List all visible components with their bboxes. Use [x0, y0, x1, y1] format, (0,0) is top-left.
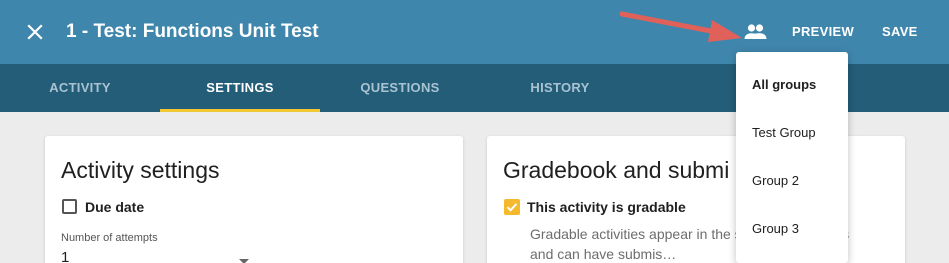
card-title: Activity settings: [61, 157, 220, 183]
gradable-checkbox[interactable]: [504, 199, 520, 215]
due-date-checkbox[interactable]: [62, 199, 77, 214]
active-tab-indicator: [160, 109, 320, 112]
card-title: Gradebook and submi: [503, 157, 730, 183]
attempts-select[interactable]: 1: [61, 249, 69, 263]
menu-item-group-2[interactable]: Group 2: [752, 173, 799, 189]
activity-settings-card: Activity settings Due date Number of att…: [45, 136, 463, 263]
annotation-arrow-icon: [619, 11, 742, 42]
close-icon[interactable]: [25, 22, 45, 42]
gradable-label: This activity is gradable: [527, 199, 686, 215]
attempts-label: Number of attempts: [61, 232, 158, 244]
save-button[interactable]: SAVE: [882, 24, 918, 40]
tab-settings[interactable]: SETTINGS: [160, 64, 320, 112]
page-title: 1 - Test: Functions Unit Test: [66, 21, 319, 42]
menu-item-all-groups[interactable]: All groups: [752, 77, 816, 93]
tab-activity[interactable]: ACTIVITY: [0, 64, 160, 112]
tab-questions[interactable]: QUESTIONS: [320, 64, 480, 112]
tab-history[interactable]: HISTORY: [480, 64, 640, 112]
preview-button[interactable]: PREVIEW: [792, 24, 854, 40]
arrow-drop-down-icon[interactable]: [238, 253, 250, 263]
menu-item-group-3[interactable]: Group 3: [752, 221, 799, 237]
group-menu: All groups Test Group Group 2 Group 3: [736, 52, 848, 263]
due-date-label: Due date: [85, 199, 145, 215]
check-icon: [506, 203, 518, 212]
menu-item-test-group[interactable]: Test Group: [752, 125, 816, 141]
